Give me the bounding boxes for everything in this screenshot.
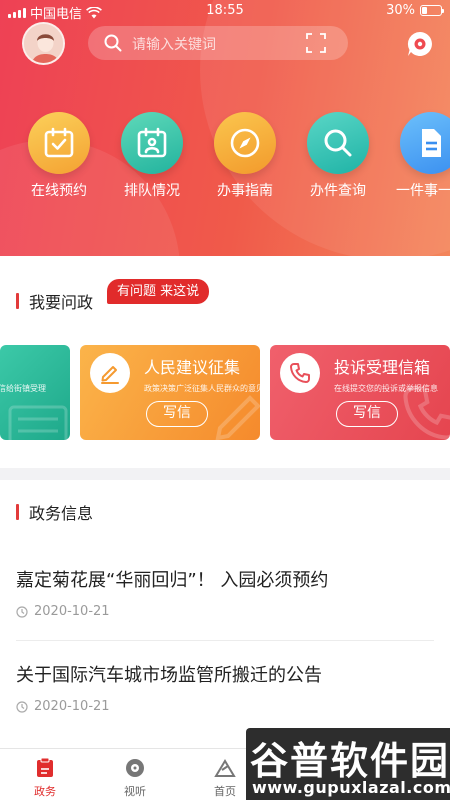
write-letter-button[interactable]: 写信 bbox=[336, 401, 398, 427]
quick-action-guide[interactable]: 办事指南 bbox=[199, 112, 291, 200]
calendar-check-icon bbox=[44, 127, 74, 158]
quick-action-one-thing[interactable]: 一件事一次 bbox=[385, 112, 450, 200]
section-accent-bar bbox=[16, 504, 19, 520]
quick-action-query[interactable]: 办件查询 bbox=[292, 112, 384, 200]
calendar-person-icon bbox=[137, 127, 167, 158]
watermark-title: 谷普软件园 bbox=[250, 739, 450, 783]
news-date-row: 2020-10-21 bbox=[16, 699, 434, 714]
tab-label: 视听 bbox=[124, 785, 146, 798]
battery-icon bbox=[420, 5, 444, 16]
news-item[interactable]: 嘉定菊花展“华丽回归”！ 入园必须预约 2020-10-21 bbox=[16, 566, 434, 619]
status-time: 18:55 bbox=[206, 3, 244, 18]
divider bbox=[16, 640, 434, 641]
quick-action-appointment[interactable]: 在线预约 bbox=[13, 112, 105, 200]
complaint-tile[interactable]: 投诉受理信箱 在线提交您的投诉或举报信息 写信 bbox=[270, 345, 450, 440]
status-bar: 中国电信 18:55 30% bbox=[0, 0, 450, 22]
message-button[interactable] bbox=[406, 30, 434, 58]
magnifier-icon bbox=[324, 129, 352, 157]
clock-icon bbox=[16, 605, 28, 618]
ask-section-title-text: 我要问政 bbox=[29, 293, 94, 312]
watermark-url: www.gupuxlazal.com bbox=[252, 778, 450, 797]
clock-icon bbox=[16, 700, 28, 713]
quick-action-icon-bg bbox=[400, 112, 450, 174]
tile-title: 投诉受理信箱 bbox=[334, 358, 431, 377]
suggestion-tile[interactable]: 人民建议征集 政策决策广泛征集人民群众的意见 写信 bbox=[80, 345, 260, 440]
play-disc-icon bbox=[126, 759, 144, 777]
phone-icon bbox=[403, 386, 450, 440]
search-placeholder: 请输入关键词 bbox=[132, 37, 216, 53]
quick-action-label: 排队情况 bbox=[124, 183, 180, 199]
avatar[interactable] bbox=[22, 22, 65, 65]
quick-action-icon-bg bbox=[121, 112, 183, 174]
quick-action-icon-bg bbox=[307, 112, 369, 174]
write-letter-button[interactable]: 写信 bbox=[146, 401, 208, 427]
news-section-title: 政务信息 bbox=[16, 500, 93, 524]
news-date-row: 2020-10-21 bbox=[16, 604, 434, 619]
government-icon bbox=[37, 758, 53, 777]
quick-action-label: 在线预约 bbox=[31, 183, 87, 199]
news-section-title-text: 政务信息 bbox=[29, 504, 94, 523]
quick-action-icon-bg bbox=[28, 112, 90, 174]
quick-action-label: 办事指南 bbox=[217, 183, 273, 199]
tile-icon-circle bbox=[90, 353, 130, 393]
news-date: 2020-10-21 bbox=[34, 604, 110, 619]
ask-bubble-badge: 有问题 来这说 bbox=[107, 279, 210, 304]
battery-status: 30% bbox=[386, 3, 444, 18]
chat-bubble-icon bbox=[407, 31, 432, 56]
tab-label: 政务 bbox=[34, 785, 56, 798]
scan-icon[interactable] bbox=[306, 33, 326, 53]
news-title: 嘉定菊花展“华丽回归”！ 入园必须预约 bbox=[16, 570, 329, 591]
battery-percent: 30% bbox=[386, 3, 415, 18]
tile-title: 人民建议征集 bbox=[144, 358, 241, 377]
watermark: 谷普软件园 www.gupuxlazal.com bbox=[246, 728, 450, 800]
quick-action-label: 办件查询 bbox=[310, 183, 366, 199]
home-logo-icon bbox=[214, 759, 236, 777]
news-title: 关于国际汽车城市场监管所搬迁的公告 bbox=[16, 665, 322, 686]
pen-icon bbox=[101, 366, 119, 384]
document-icon bbox=[8, 405, 68, 440]
ask-section-title: 我要问政 bbox=[16, 289, 93, 313]
quick-action-icon-bg bbox=[214, 112, 276, 174]
quick-action-queue[interactable]: 排队情况 bbox=[106, 112, 198, 200]
news-item[interactable]: 关于国际汽车城市场监管所搬迁的公告 2020-10-21 bbox=[16, 661, 434, 714]
pen-icon bbox=[215, 395, 260, 440]
quick-action-label: 一件事一次 bbox=[396, 183, 450, 199]
tab-audio-video[interactable]: 视听 bbox=[105, 757, 165, 799]
user-avatar-icon bbox=[24, 24, 63, 63]
compass-icon bbox=[230, 128, 260, 158]
partial-tile-green[interactable]: ... 写信给街镇受理 bbox=[0, 345, 70, 440]
tab-government[interactable]: 政务 bbox=[15, 757, 75, 799]
search-icon bbox=[104, 34, 122, 52]
tile-icon-circle bbox=[280, 353, 320, 393]
news-date: 2020-10-21 bbox=[34, 699, 110, 714]
document-icon bbox=[422, 129, 441, 157]
hero-header: 中国电信 18:55 30% 请输入关键词 在线预约 排队情况 办事指南 办件查… bbox=[0, 0, 450, 256]
search-bar[interactable]: 请输入关键词 bbox=[88, 26, 348, 60]
partial-tile-sub: 写信给街镇受理 bbox=[0, 384, 46, 393]
section-accent-bar bbox=[16, 293, 19, 309]
phone-icon bbox=[290, 363, 310, 383]
